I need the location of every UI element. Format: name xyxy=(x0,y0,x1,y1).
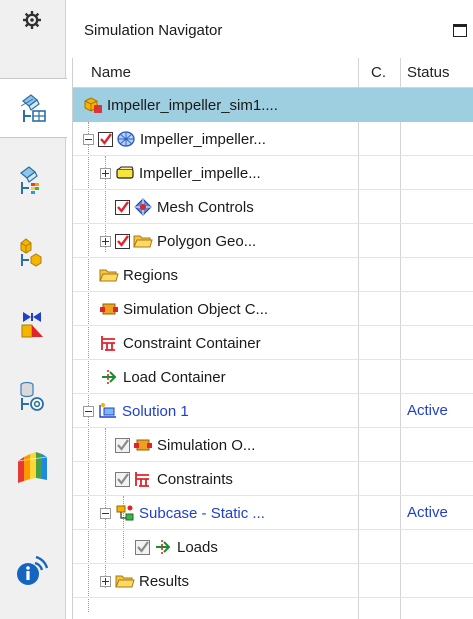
tree-item-label: Load Container xyxy=(123,368,226,386)
expand-icon[interactable] xyxy=(100,575,111,587)
tree-row-fem[interactable]: Impeller_impeller... xyxy=(73,122,473,156)
tree-item-label: Simulation O... xyxy=(157,436,256,454)
mesh-controls-icon xyxy=(134,198,152,216)
navigator-header: Simulation Navigator xyxy=(66,0,473,58)
navigator-tree: Name C. Status Impeller_impeller_sim1...… xyxy=(72,58,473,619)
tree-item-label: Simulation Object C... xyxy=(123,300,269,318)
panel-title: Simulation Navigator xyxy=(84,22,223,39)
checkbox-checked[interactable] xyxy=(115,199,130,215)
checkbox-checked[interactable] xyxy=(115,471,130,487)
table-header: Name C. Status xyxy=(73,58,473,88)
tree-item-label: Constraints xyxy=(157,470,233,488)
simulation-object-icon xyxy=(134,439,152,451)
folder-icon xyxy=(115,575,135,588)
subcase-icon xyxy=(116,505,134,521)
tree-item-label: Solution 1 xyxy=(122,402,189,420)
assembly-navigator-icon[interactable] xyxy=(4,294,60,354)
geometry-body-icon xyxy=(116,166,134,179)
role-info-icon[interactable] xyxy=(4,540,60,600)
tree-row-mesh-controls[interactable]: Mesh Controls xyxy=(73,190,473,224)
resource-bar xyxy=(0,0,67,619)
tree-item-label: Impeller_impeller_sim1.... xyxy=(107,96,278,114)
fem-icon xyxy=(117,131,135,147)
tree-row-constraints[interactable]: Constraints xyxy=(73,462,473,496)
status-active: Active xyxy=(407,504,448,521)
tree-row-polygon-geometry[interactable]: Polygon Geo... xyxy=(73,224,473,258)
load-icon xyxy=(102,370,117,384)
tree-item-label: Impeller_impelle... xyxy=(139,164,261,182)
history-icon[interactable] xyxy=(4,366,60,426)
tree-item-label: Polygon Geo... xyxy=(157,232,257,250)
tree-row-subcase[interactable]: Subcase - Static ... Active xyxy=(73,496,473,530)
collapse-icon[interactable] xyxy=(83,405,94,417)
constraint-icon xyxy=(135,472,149,487)
tree-row-solution-1[interactable]: Solution 1 Active xyxy=(73,394,473,428)
tree-row-loads[interactable]: Loads xyxy=(73,530,473,564)
column-header-status[interactable]: Status xyxy=(407,58,450,88)
checkbox-checked[interactable] xyxy=(98,131,113,147)
checkbox-checked[interactable] xyxy=(135,539,150,555)
tree-item-label: Subcase - Static ... xyxy=(139,504,265,522)
simulation-file-view-icon[interactable] xyxy=(4,150,60,210)
tree-item-label: Loads xyxy=(177,538,218,556)
collapse-icon[interactable] xyxy=(100,507,111,519)
tree-item-label: Regions xyxy=(123,266,179,284)
tree-row-load-container[interactable]: Load Container xyxy=(73,360,473,394)
solution-icon xyxy=(99,403,116,418)
tree-row-sim-file[interactable]: Impeller_impeller_sim1.... xyxy=(73,88,473,122)
checkbox-checked[interactable] xyxy=(115,233,130,249)
expand-icon[interactable] xyxy=(100,235,111,247)
tree-item-label: Impeller_impeller... xyxy=(140,130,266,148)
tree-row-constraint-container[interactable]: Constraint Container xyxy=(73,326,473,360)
tree-row-simulation-object-container[interactable]: Simulation Object C... xyxy=(73,292,473,326)
constraint-icon xyxy=(101,336,115,351)
load-icon xyxy=(156,540,171,554)
tree-row-simulation-objects[interactable]: Simulation O... xyxy=(73,428,473,462)
gear-icon[interactable] xyxy=(4,4,60,36)
tree-item-label: Constraint Container xyxy=(123,334,261,352)
palette-library-icon[interactable] xyxy=(4,438,60,498)
collapse-icon[interactable] xyxy=(83,133,94,145)
folder-icon xyxy=(99,269,119,282)
tree-item-label: Mesh Controls xyxy=(157,198,254,216)
tree-row-results[interactable]: Results xyxy=(73,564,473,598)
sim-file-icon xyxy=(84,97,102,113)
expand-icon[interactable] xyxy=(100,167,111,179)
column-header-name[interactable]: Name xyxy=(91,58,131,88)
simulation-object-icon xyxy=(100,303,118,315)
tree-row-regions[interactable]: Regions xyxy=(73,258,473,292)
folder-icon xyxy=(133,235,153,248)
checkbox-checked[interactable] xyxy=(115,437,130,453)
part-navigator-icon[interactable] xyxy=(4,222,60,282)
tree-item-label: Results xyxy=(139,572,190,590)
status-active: Active xyxy=(407,402,448,419)
maximize-icon[interactable] xyxy=(453,24,467,37)
simulation-navigator-icon[interactable] xyxy=(0,78,67,138)
column-header-c[interactable]: C. xyxy=(371,58,386,88)
tree-row-geometry[interactable]: Impeller_impelle... xyxy=(73,156,473,190)
